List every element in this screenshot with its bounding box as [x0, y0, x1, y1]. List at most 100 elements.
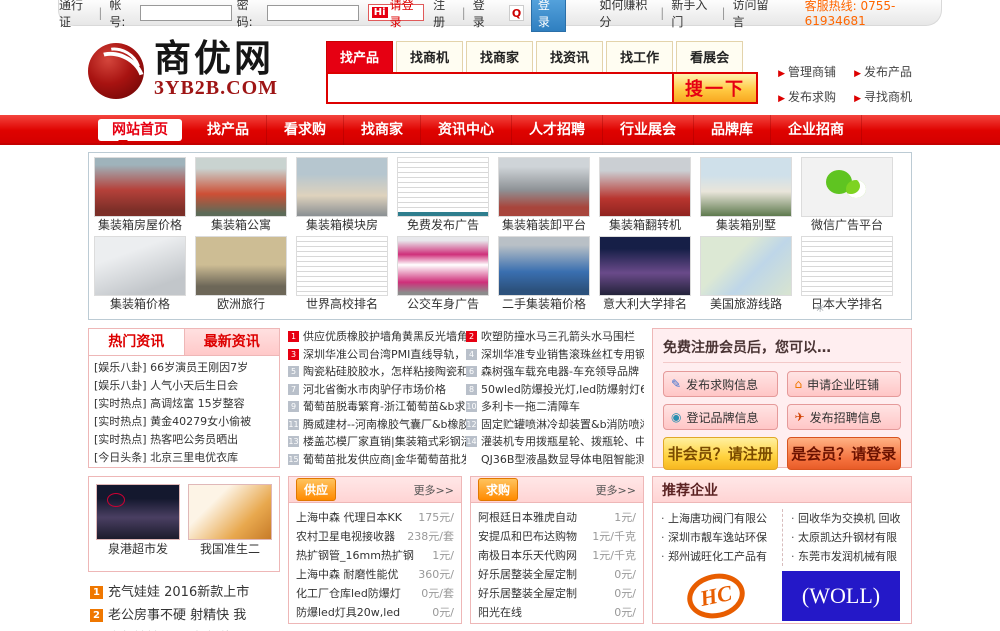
gallery-item[interactable]: 集装箱装卸平台: [498, 157, 590, 234]
company-link[interactable]: 东莞市发润机械有限: [791, 547, 903, 566]
gallery-item[interactable]: 集装箱别墅: [700, 157, 792, 234]
company-logo-hc[interactable]: HC: [664, 568, 768, 623]
supply-item[interactable]: 上海中森 代理日本KK 175元/: [296, 508, 454, 527]
supply-item[interactable]: 防爆led灯具20w,led 0元/: [296, 603, 454, 622]
account-input[interactable]: [139, 4, 232, 21]
hot-news-item[interactable]: [实时热点] 黄金40279女小偷被: [94, 413, 274, 431]
search-tab-sellers[interactable]: 找商家: [466, 41, 534, 72]
buy-item[interactable]: 好乐居整装全屋定制 0元/: [478, 584, 636, 603]
hot-news-item[interactable]: [实时热点] 热客吧公务员晒出: [94, 431, 274, 449]
rank-item[interactable]: 1 充气娃娃 2016新款上市: [90, 581, 280, 604]
nav-products[interactable]: 找产品: [190, 115, 267, 145]
company-link[interactable]: 上海唐功阀门有限公: [661, 509, 782, 528]
nav-investment[interactable]: 企业招商: [771, 115, 862, 145]
site-logo[interactable]: 商优网 3YB2B.COM: [88, 40, 278, 100]
news-link[interactable]: 3深圳华准公司台湾PMI直线导轨，MSA: [288, 346, 466, 364]
nav-brands[interactable]: 品牌库: [694, 115, 771, 145]
search-tab-expo[interactable]: 看展会: [676, 41, 744, 72]
nav-sellers[interactable]: 找商家: [344, 115, 421, 145]
news-link[interactable]: 5陶瓷粘硅胶胶水，怎样粘接陶瓷和硅胶: [288, 363, 466, 381]
gallery-item[interactable]: 世界高校排名: [296, 236, 388, 313]
login-link[interactable]: 登录: [473, 0, 495, 30]
nav-jobs[interactable]: 人才招聘: [512, 115, 603, 145]
supply-badge[interactable]: 供应: [296, 478, 337, 501]
supply-item[interactable]: 化工厂仓库led防爆灯 0元/套: [296, 584, 454, 603]
company-link[interactable]: 深圳市靓车逸站环保: [661, 528, 782, 547]
news-link[interactable]: 4 深圳华准专业销售滚珠丝杠专用钢球: [466, 346, 644, 364]
news-link[interactable]: 12 固定贮罐喷淋冷却装置&b消防喷淋冷: [466, 416, 644, 434]
points-link[interactable]: 如何赚积分: [599, 0, 653, 30]
hot-news-item[interactable]: [娱乐八卦] 66岁演员王刚因7岁: [94, 359, 274, 377]
gallery-item[interactable]: 免费发布广告: [397, 157, 489, 234]
news-link[interactable]: 10 多利卡一拖二清障车: [466, 398, 644, 416]
nav-news-center[interactable]: 资讯中心: [421, 115, 512, 145]
company-link[interactable]: 郑州诚旺化工产品有: [661, 547, 782, 566]
tab-hot-news[interactable]: 热门资讯: [89, 329, 185, 355]
photo-news-item[interactable]: 泉港超市发: [96, 484, 180, 566]
search-tab-leads[interactable]: 找商机: [396, 41, 464, 72]
gallery-item[interactable]: 公交车身广告: [397, 236, 489, 313]
refresh-icon[interactable]: ✳: [815, 301, 825, 315]
gallery-item[interactable]: 美国旅游线路: [700, 236, 792, 313]
gallery-item[interactable]: 集装箱公寓: [195, 157, 287, 234]
company-logo-woll[interactable]: (WOLL): [782, 571, 900, 621]
supply-item[interactable]: 热扩钢管_16mm热扩钢 1元/: [296, 546, 454, 565]
register-link[interactable]: 注册: [433, 0, 455, 30]
nav-home[interactable]: 网站首页: [98, 119, 182, 145]
supply-more-link[interactable]: 更多>>: [414, 482, 454, 498]
hot-news-item[interactable]: [娱乐八卦] 人气小天后生日会: [94, 377, 274, 395]
search-tab-news[interactable]: 找资讯: [536, 41, 604, 72]
post-job-button[interactable]: ✈ 发布招聘信息: [786, 404, 901, 430]
quicklink-manage-shop[interactable]: ▶ 管理商铺: [778, 63, 836, 80]
newbie-link[interactable]: 新手入门: [671, 0, 714, 30]
company-link[interactable]: 太原凯达升钢材有限: [791, 528, 903, 547]
news-link[interactable]: 14 灌装机专用拨瓶星轮、拨瓶轮、中心: [466, 433, 644, 451]
buy-item[interactable]: 阿根廷日本雅虎自动 1元/: [478, 508, 636, 527]
message-link[interactable]: 访问留言: [733, 0, 776, 30]
news-link[interactable]: 15 葡萄苗批发供应商|金华葡萄苗批发|: [288, 451, 466, 469]
gallery-item[interactable]: 微信广告平台: [801, 157, 893, 234]
hot-news-item[interactable]: [实时热点] 高调炫富 15岁整容: [94, 395, 274, 413]
quicklink-post-buying[interactable]: ▶ 发布求购: [778, 88, 836, 105]
nav-expo[interactable]: 行业展会: [603, 115, 694, 145]
news-link[interactable]: 9葡萄苗脱毒繁育-浙江葡萄苗&b求购优: [288, 398, 466, 416]
supply-item[interactable]: 农村卫星电视接收器 238元/套: [296, 527, 454, 546]
login-cta-button[interactable]: 是会员？请登录: [786, 437, 901, 470]
buy-item[interactable]: 南极日本乐天代购网 1元/千克: [478, 546, 636, 565]
gallery-item[interactable]: 欧洲旅行: [195, 236, 287, 313]
rank-item[interactable]: 2 老公房事不硬 射精快 我: [90, 604, 280, 627]
news-link[interactable]: 7 河北省衡水市肉驴仔市场价格: [288, 381, 466, 399]
password-input[interactable]: [266, 4, 359, 21]
buy-item[interactable]: 阳光在线 0元/: [478, 603, 636, 622]
buy-item[interactable]: 安提瓜和巴布达购物 1元/千克: [478, 527, 636, 546]
supply-item[interactable]: 上海中森 耐磨性能优 360元/: [296, 565, 454, 584]
hot-news-item[interactable]: [今日头条] 北京三里电优衣库: [94, 449, 274, 467]
gallery-item[interactable]: 二手集装箱价格: [498, 236, 590, 313]
nav-buying[interactable]: 看求购: [267, 115, 344, 145]
gallery-item[interactable]: 意大利大学排名: [599, 236, 691, 313]
news-link[interactable]: 850wled防爆投光灯,led防爆射灯60w: [466, 381, 644, 399]
search-button[interactable]: 搜一下: [672, 74, 756, 102]
register-cta-button[interactable]: 非会员？请注册: [663, 437, 778, 470]
news-link[interactable]: 2 吹塑防撞水马三孔箭头水马围栏: [466, 328, 644, 346]
news-link[interactable]: 1 供应优质橡胶护墙角黄黑反光墙角保: [288, 328, 466, 346]
company-link[interactable]: 回收华为交换机 回收: [791, 509, 903, 528]
news-link[interactable]: 6 森树强车载充电器-车充领导品牌: [466, 363, 644, 381]
buy-more-link[interactable]: 更多>>: [596, 482, 636, 498]
register-brand-button[interactable]: ◉ 登记品牌信息: [663, 404, 778, 430]
buy-badge[interactable]: 求购: [478, 478, 519, 501]
post-buying-info-button[interactable]: ✎ 发布求购信息: [663, 371, 778, 397]
gallery-item[interactable]: 集装箱翻转机: [599, 157, 691, 234]
news-link[interactable]: 13 楼盖芯模厂家直销|集装箱式彩钢活动: [288, 433, 466, 451]
buy-item[interactable]: 好乐居整装全屋定制 0元/: [478, 565, 636, 584]
gallery-item[interactable]: 集装箱模块房: [296, 157, 388, 234]
search-input[interactable]: [328, 74, 672, 102]
rank-item[interactable]: 3充气娃娃2015年新款，: [90, 627, 280, 631]
photo-news-item[interactable]: 我国准生二: [188, 484, 272, 566]
apply-shop-button[interactable]: ⌂ 申请企业旺铺: [786, 371, 901, 397]
login-prompt-badge[interactable]: Hi 请登录: [367, 0, 425, 29]
news-link[interactable]: 11 腾威建材--河南橡胶气囊厂&b橡胶气: [288, 416, 466, 434]
news-link[interactable]: QJ36B型液晶数显导体电阻智能测试: [466, 451, 644, 469]
quicklink-post-product[interactable]: ▶ 发布产品: [854, 63, 912, 80]
gallery-item[interactable]: 集装箱房屋价格: [94, 157, 186, 234]
